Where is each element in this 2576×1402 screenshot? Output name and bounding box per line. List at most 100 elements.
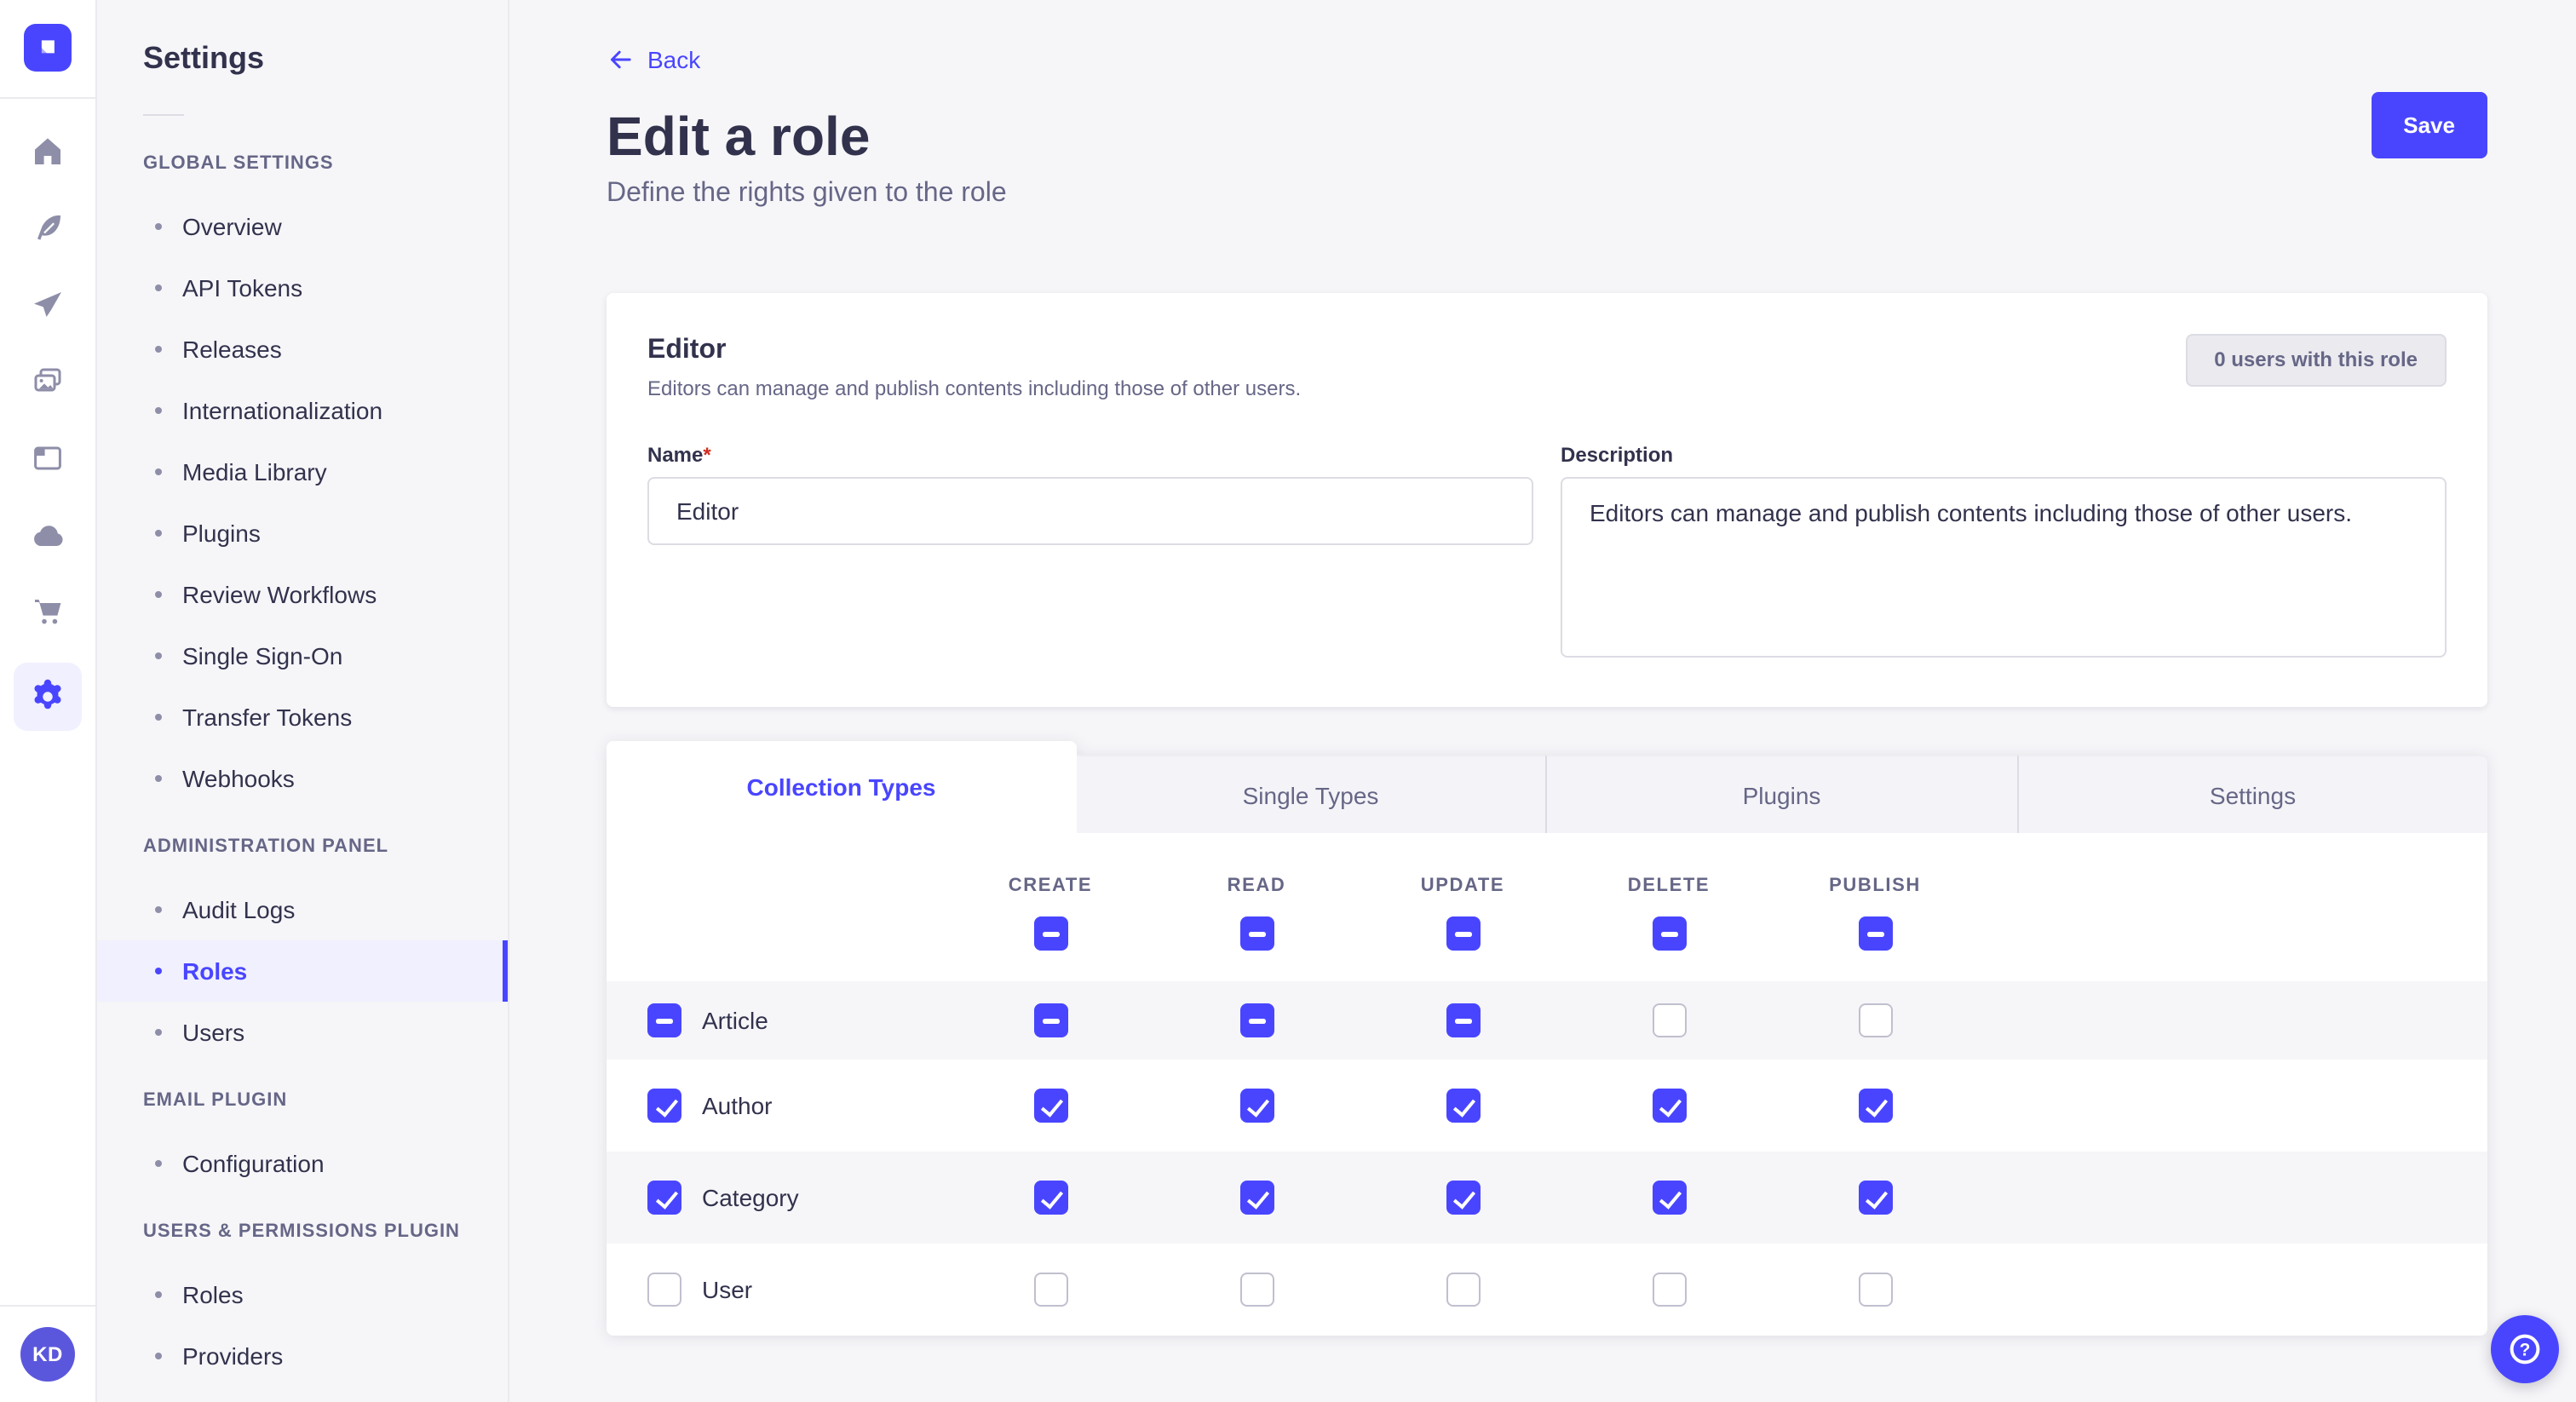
checkbox-category-read[interactable] (1239, 1181, 1274, 1215)
sidebar-item-users[interactable]: Users (97, 1002, 508, 1063)
row-label-cell: Article (607, 1003, 947, 1037)
column-create: CREATE (947, 876, 1153, 951)
select-all-read-checkbox[interactable] (1239, 916, 1274, 951)
rail-divider (0, 97, 95, 99)
checkbox-user-update[interactable] (1446, 1273, 1480, 1307)
description-field[interactable]: Editors can manage and publish contents … (1561, 477, 2447, 658)
home-icon[interactable] (31, 135, 65, 169)
column-label-create: CREATE (1009, 876, 1092, 896)
role-info-card: Editor Editors can manage and publish co… (607, 293, 2487, 707)
marketplace-cart-icon[interactable] (31, 595, 65, 629)
checkbox-article-publish[interactable] (1858, 1003, 1892, 1037)
sidebar-item-media-library[interactable]: Media Library (97, 441, 508, 503)
sidebar-item-label: Overview (182, 213, 282, 240)
checkbox-author-delete[interactable] (1652, 1089, 1686, 1123)
bullet-dot (155, 530, 162, 537)
checkbox-article-row[interactable] (647, 1003, 681, 1037)
checkbox-category-row[interactable] (647, 1181, 681, 1215)
section-header-global-settings: GLOBAL SETTINGS (97, 153, 508, 175)
checkbox-user-read[interactable] (1239, 1273, 1274, 1307)
checkbox-user-row[interactable] (647, 1273, 681, 1307)
checkbox-user-publish[interactable] (1858, 1273, 1892, 1307)
description-label: Description (1561, 443, 1673, 467)
cell-user-publish (1772, 1273, 1978, 1307)
checkbox-user-create[interactable] (1033, 1273, 1067, 1307)
sidebar-item-plugins[interactable]: Plugins (97, 503, 508, 564)
user-avatar[interactable]: KD (20, 1327, 75, 1382)
section-header-email-plugin: EMAIL PLUGIN (97, 1090, 508, 1112)
sidebar-item-label: Audit Logs (182, 896, 295, 923)
sidebar-item-label: Providers (182, 1342, 283, 1370)
sidebar-item-providers[interactable]: Providers (97, 1325, 508, 1387)
tab-settings[interactable]: Settings (2016, 755, 2487, 833)
cell-user-create (947, 1273, 1153, 1307)
checkbox-article-update[interactable] (1446, 1003, 1480, 1037)
checkbox-category-delete[interactable] (1652, 1181, 1686, 1215)
back-link[interactable]: Back (607, 46, 700, 73)
main-content: Back Edit a role Define the rights given… (509, 0, 2576, 1402)
sidebar-list-email: Configuration (97, 1133, 508, 1194)
table-row-user: User (607, 1244, 2487, 1336)
select-all-update-checkbox[interactable] (1446, 916, 1480, 951)
name-field[interactable] (647, 477, 1533, 545)
checkbox-article-read[interactable] (1239, 1003, 1274, 1037)
icon-rail: KD (0, 0, 97, 1402)
tab-collection-types[interactable]: Collection Types (607, 741, 1076, 833)
checkbox-article-create[interactable] (1033, 1003, 1067, 1037)
cell-author-read (1153, 1089, 1360, 1123)
cell-author-publish (1772, 1089, 1978, 1123)
sidebar-item-review-workflows[interactable]: Review Workflows (97, 564, 508, 625)
paper-plane-icon[interactable] (31, 288, 65, 322)
sidebar-item-single-sign-on[interactable]: Single Sign-On (97, 625, 508, 687)
sidebar-item-up-roles[interactable]: Roles (97, 1264, 508, 1325)
checkbox-author-read[interactable] (1239, 1089, 1274, 1123)
checkbox-user-delete[interactable] (1652, 1273, 1686, 1307)
cell-category-update (1360, 1181, 1566, 1215)
feather-icon[interactable] (31, 211, 65, 245)
row-label-cell: Author (607, 1089, 947, 1123)
bullet-dot (155, 1353, 162, 1359)
select-all-delete-checkbox[interactable] (1652, 916, 1686, 951)
sidebar-item-internationalization[interactable]: Internationalization (97, 380, 508, 441)
rail-bottom: KD (0, 1305, 95, 1402)
table-row-category: Category (607, 1152, 2487, 1244)
select-all-publish-checkbox[interactable] (1858, 916, 1892, 951)
cell-category-read (1153, 1181, 1360, 1215)
sidebar-item-overview[interactable]: Overview (97, 196, 508, 257)
help-button[interactable]: ? (2491, 1315, 2559, 1383)
save-button[interactable]: Save (2371, 92, 2487, 158)
checkbox-author-publish[interactable] (1858, 1089, 1892, 1123)
cell-author-update (1360, 1089, 1566, 1123)
checkbox-author-create[interactable] (1033, 1089, 1067, 1123)
required-asterisk: * (703, 443, 710, 467)
checkbox-author-update[interactable] (1446, 1089, 1480, 1123)
sidebar-item-configuration[interactable]: Configuration (97, 1133, 508, 1194)
sidebar-item-label: Roles (182, 957, 247, 985)
content-builder-icon[interactable] (31, 441, 65, 475)
cloud-icon[interactable] (31, 518, 65, 552)
sidebar-item-roles[interactable]: Roles (97, 940, 508, 1002)
media-library-icon[interactable] (31, 365, 65, 399)
settings-gear-icon[interactable] (14, 663, 82, 731)
tab-single-types[interactable]: Single Types (1076, 755, 1545, 833)
sidebar-item-webhooks[interactable]: Webhooks (97, 748, 508, 809)
tab-plugins[interactable]: Plugins (1545, 755, 2016, 833)
checkbox-article-delete[interactable] (1652, 1003, 1686, 1037)
sidebar-item-api-tokens[interactable]: API Tokens (97, 257, 508, 319)
checkbox-author-row[interactable] (647, 1089, 681, 1123)
sidebar-list-global: Overview API Tokens Releases Internation… (97, 196, 508, 809)
bullet-dot (155, 906, 162, 913)
sidebar-item-transfer-tokens[interactable]: Transfer Tokens (97, 687, 508, 748)
sidebar-item-releases[interactable]: Releases (97, 319, 508, 380)
sidebar-item-audit-logs[interactable]: Audit Logs (97, 879, 508, 940)
checkbox-category-update[interactable] (1446, 1181, 1480, 1215)
checkbox-category-create[interactable] (1033, 1181, 1067, 1215)
column-label-read: READ (1228, 876, 1286, 896)
checkbox-category-publish[interactable] (1858, 1181, 1892, 1215)
strapi-logo[interactable] (24, 24, 72, 72)
sidebar-item-label: API Tokens (182, 274, 302, 302)
cell-article-create (947, 1003, 1153, 1037)
select-all-create-checkbox[interactable] (1033, 916, 1067, 951)
svg-text:?: ? (2520, 1340, 2531, 1359)
bullet-dot (155, 714, 162, 721)
